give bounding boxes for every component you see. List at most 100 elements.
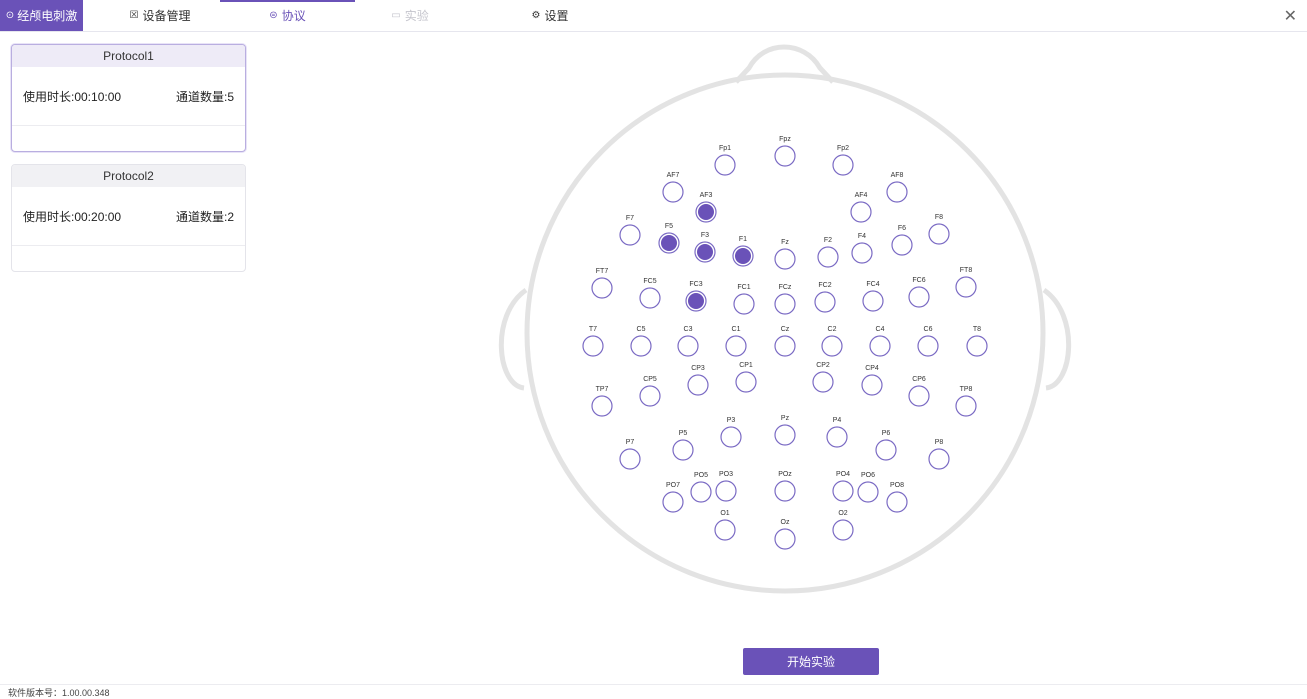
electrode-circle[interactable] [591, 277, 613, 299]
electrode-circle[interactable] [774, 528, 796, 550]
electrode-circle[interactable] [774, 480, 796, 502]
electrode-t7[interactable]: T7 [582, 326, 604, 357]
electrode-circle[interactable] [955, 395, 977, 417]
electrode-circle[interactable] [774, 145, 796, 167]
electrode-circle[interactable] [672, 439, 694, 461]
electrode-f3[interactable]: F3 [694, 232, 716, 263]
electrode-circle[interactable] [832, 154, 854, 176]
electrode-fcz[interactable]: FCz [774, 284, 796, 315]
electrode-p7[interactable]: P7 [619, 439, 641, 470]
electrode-cp4[interactable]: CP4 [861, 365, 883, 396]
electrode-circle[interactable] [812, 371, 834, 393]
electrode-po6[interactable]: PO6 [857, 472, 879, 503]
electrode-fc4[interactable]: FC4 [862, 281, 884, 312]
electrode-c2[interactable]: C2 [821, 326, 843, 357]
electrode-poz[interactable]: POz [774, 471, 796, 502]
electrode-circle[interactable] [886, 181, 908, 203]
electrode-circle[interactable] [850, 201, 872, 223]
electrode-circle[interactable] [630, 335, 652, 357]
electrode-cp6[interactable]: CP6 [908, 376, 930, 407]
electrode-cz[interactable]: Cz [774, 326, 796, 357]
electrode-circle[interactable] [917, 335, 939, 357]
electrode-circle[interactable] [928, 448, 950, 470]
electrode-circle[interactable] [714, 519, 736, 541]
electrode-cp3[interactable]: CP3 [687, 365, 709, 396]
electrode-circle[interactable] [639, 287, 661, 309]
electrode-t8[interactable]: T8 [966, 326, 988, 357]
electrode-p4[interactable]: P4 [826, 417, 848, 448]
electrode-circle[interactable] [821, 335, 843, 357]
electrode-p8[interactable]: P8 [928, 439, 950, 470]
electrode-circle[interactable] [639, 385, 661, 407]
electrode-fc3[interactable]: FC3 [685, 281, 707, 312]
electrode-po5[interactable]: PO5 [690, 472, 712, 503]
electrode-circle[interactable] [687, 374, 709, 396]
electrode-po3[interactable]: PO3 [715, 471, 737, 502]
electrode-circle[interactable] [814, 291, 836, 313]
electrode-po8[interactable]: PO8 [886, 482, 908, 513]
electrode-cp1[interactable]: CP1 [735, 362, 757, 393]
electrode-circle[interactable] [774, 424, 796, 446]
electrode-circle[interactable] [774, 248, 796, 270]
electrode-circle[interactable] [891, 234, 913, 256]
electrode-tp8[interactable]: TP8 [955, 386, 977, 417]
electrode-circle[interactable] [869, 335, 891, 357]
electrode-circle[interactable] [690, 481, 712, 503]
electrode-circle[interactable] [774, 293, 796, 315]
electrode-circle[interactable] [862, 290, 884, 312]
electrode-fc1[interactable]: FC1 [733, 284, 755, 315]
electrode-circle[interactable] [928, 223, 950, 245]
electrode-p3[interactable]: P3 [720, 417, 742, 448]
electrode-p6[interactable]: P6 [875, 430, 897, 461]
electrode-circle[interactable] [857, 481, 879, 503]
electrode-circle[interactable] [875, 439, 897, 461]
electrode-po7[interactable]: PO7 [662, 482, 684, 513]
electrode-circle[interactable] [733, 293, 755, 315]
electrode-f7[interactable]: F7 [619, 215, 641, 246]
electrode-circle[interactable] [826, 426, 848, 448]
electrode-circle[interactable] [662, 181, 684, 203]
electrode-oz[interactable]: Oz [774, 519, 796, 550]
electrode-circle[interactable] [908, 385, 930, 407]
electrode-circle[interactable] [955, 276, 977, 298]
electrode-af3[interactable]: AF3 [695, 192, 717, 223]
electrode-fpz[interactable]: Fpz [774, 136, 796, 167]
electrode-cp2[interactable]: CP2 [812, 362, 834, 393]
electrode-circle[interactable] [725, 335, 747, 357]
electrode-cp5[interactable]: CP5 [639, 376, 661, 407]
electrode-c1[interactable]: C1 [725, 326, 747, 357]
electrode-c6[interactable]: C6 [917, 326, 939, 357]
electrode-po4[interactable]: PO4 [832, 471, 854, 502]
electrode-o1[interactable]: O1 [714, 510, 736, 541]
electrode-af7[interactable]: AF7 [662, 172, 684, 203]
electrode-fc2[interactable]: FC2 [814, 282, 836, 313]
electrode-circle[interactable] [720, 426, 742, 448]
electrode-pz[interactable]: Pz [774, 415, 796, 446]
electrode-c3[interactable]: C3 [677, 326, 699, 357]
electrode-f2[interactable]: F2 [817, 237, 839, 268]
electrode-c4[interactable]: C4 [869, 326, 891, 357]
electrode-o2[interactable]: O2 [832, 510, 854, 541]
electrode-circle[interactable] [817, 246, 839, 268]
electrode-circle[interactable] [861, 374, 883, 396]
electrode-circle[interactable] [662, 491, 684, 513]
electrode-ft8[interactable]: FT8 [955, 267, 977, 298]
electrode-circle[interactable] [774, 335, 796, 357]
electrode-circle[interactable] [677, 335, 699, 357]
electrode-circle[interactable] [619, 448, 641, 470]
electrode-f1[interactable]: F1 [732, 236, 754, 267]
electrode-af8[interactable]: AF8 [886, 172, 908, 203]
electrode-circle[interactable] [832, 480, 854, 502]
electrode-fc6[interactable]: FC6 [908, 277, 930, 308]
electrode-circle[interactable] [591, 395, 613, 417]
start-experiment-button[interactable]: 开始实验 [743, 648, 879, 675]
electrode-c5[interactable]: C5 [630, 326, 652, 357]
electrode-circle[interactable] [966, 335, 988, 357]
electrode-f6[interactable]: F6 [891, 225, 913, 256]
electrode-fc5[interactable]: FC5 [639, 278, 661, 309]
electrode-p5[interactable]: P5 [672, 430, 694, 461]
electrode-af4[interactable]: AF4 [850, 192, 872, 223]
electrode-ft7[interactable]: FT7 [591, 268, 613, 299]
electrode-fp1[interactable]: Fp1 [714, 145, 736, 176]
electrode-circle[interactable] [735, 371, 757, 393]
